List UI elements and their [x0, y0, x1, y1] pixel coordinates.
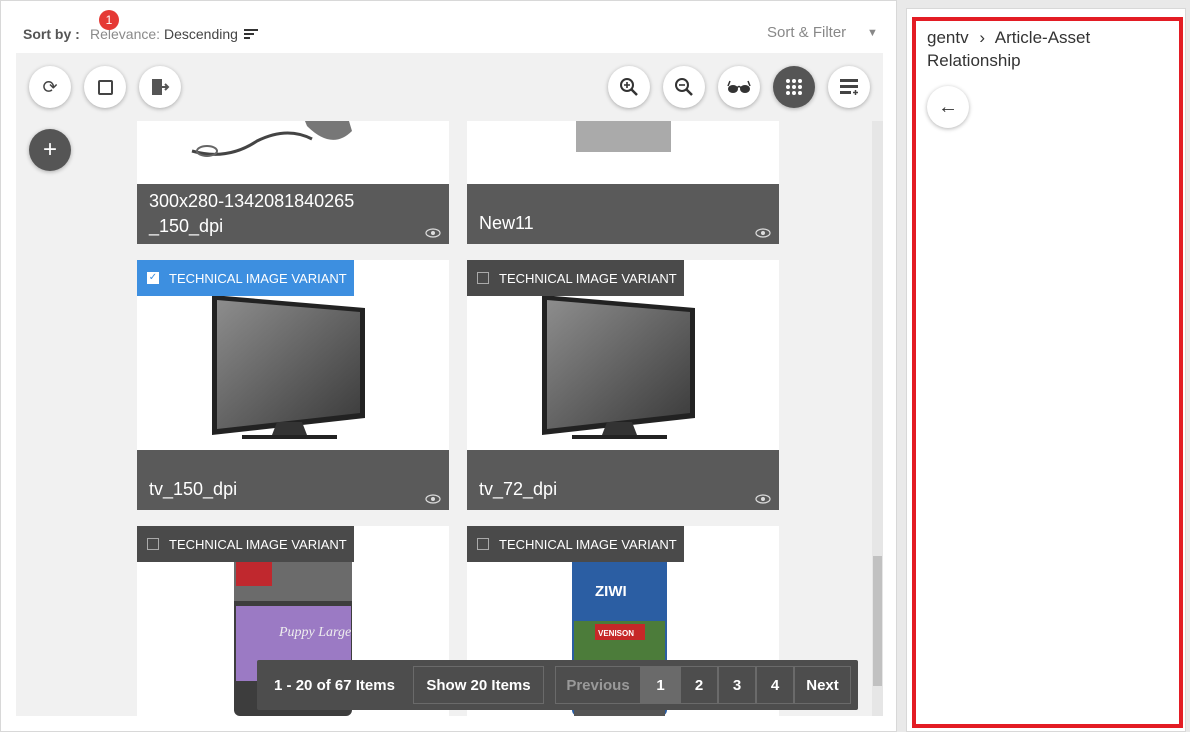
asset-card[interactable]: 300x280-1342081840265 _150_dpi	[137, 121, 449, 244]
asset-card[interactable]: TECHNICAL IMAGE VARIANT tv_72_dpi	[467, 260, 779, 510]
export-icon	[152, 79, 170, 95]
list-view-button[interactable]	[828, 66, 870, 108]
add-button[interactable]: +	[29, 129, 71, 171]
chevron-right-icon: ›	[979, 28, 985, 47]
asset-card[interactable]: ✓ TECHNICAL IMAGE VARIANT tv_150_dpi	[137, 260, 449, 510]
asset-grid: 300x280-1342081840265 _150_dpi New11 ✓ T…	[16, 53, 883, 716]
sort-order-icon[interactable]	[244, 29, 258, 41]
scrollbar-thumb[interactable]	[873, 556, 882, 686]
card-caption: tv_150_dpi	[137, 450, 449, 510]
pagination-bar: 1 - 20 of 67 Items Show 20 Items Previou…	[257, 660, 858, 710]
preview-button[interactable]	[718, 66, 760, 108]
sort-bar: Sort by : Relevance: Descending Sort & F…	[1, 1, 896, 53]
variant-tag-label: TECHNICAL IMAGE VARIANT	[499, 270, 677, 286]
svg-text:Puppy Large: Puppy Large	[278, 625, 351, 640]
sort-direction[interactable]: Descending	[164, 26, 238, 42]
add-icon: +	[42, 136, 57, 163]
eye-icon[interactable]	[425, 494, 441, 504]
arrow-left-icon: ←	[938, 95, 958, 118]
items-summary: 1 - 20 of 67 Items	[274, 676, 395, 694]
grid-view-button[interactable]	[773, 66, 815, 108]
page-1-button[interactable]: 1	[641, 666, 680, 704]
grid-toolbar: ⟳	[16, 53, 883, 121]
show-items-button[interactable]: Show 20 Items	[413, 666, 544, 704]
asset-card[interactable]: New11	[467, 121, 779, 244]
variant-tag: TECHNICAL IMAGE VARIANT	[137, 526, 354, 562]
breadcrumb: gentv › Article-Asset Relationship	[927, 26, 1167, 72]
variant-tag: TECHNICAL IMAGE VARIANT	[467, 526, 684, 562]
variant-tag: ✓ TECHNICAL IMAGE VARIANT	[137, 260, 354, 296]
card-checkbox-checked[interactable]: ✓	[147, 272, 159, 284]
refresh-icon: ⟳	[42, 76, 58, 97]
card-checkbox[interactable]	[477, 272, 489, 284]
zoom-out-icon	[675, 78, 693, 96]
svg-text:VENISON: VENISON	[598, 629, 634, 638]
variant-tag-label: TECHNICAL IMAGE VARIANT	[169, 270, 347, 286]
chevron-down-icon[interactable]: ▼	[867, 27, 878, 39]
card-checkbox[interactable]	[477, 538, 489, 550]
card-caption: 300x280-1342081840265 _150_dpi	[137, 184, 449, 244]
zoom-in-button[interactable]	[608, 66, 650, 108]
list-view-icon	[840, 79, 858, 95]
page-4-button[interactable]: 4	[756, 666, 794, 704]
variant-tag-label: TECHNICAL IMAGE VARIANT	[499, 536, 677, 552]
zoom-in-icon	[620, 78, 638, 96]
export-button[interactable]	[139, 66, 181, 108]
svg-text:ZIWI: ZIWI	[595, 583, 627, 600]
next-page-button[interactable]: Next	[794, 666, 851, 704]
preview-glasses-icon	[727, 80, 751, 93]
card-caption: tv_72_dpi	[467, 450, 779, 510]
select-all-button[interactable]	[84, 66, 126, 108]
grid-view-icon	[786, 79, 802, 95]
page-2-button[interactable]: 2	[680, 666, 718, 704]
eye-icon[interactable]	[755, 228, 771, 238]
zoom-out-button[interactable]	[663, 66, 705, 108]
card-checkbox[interactable]	[147, 538, 159, 550]
sort-field[interactable]: Relevance:	[90, 26, 160, 42]
sort-by-label: Sort by :	[23, 26, 80, 42]
sort-filter-toggle[interactable]: Sort & Filter	[767, 24, 846, 41]
eye-icon[interactable]	[425, 228, 441, 238]
back-button[interactable]: ←	[927, 86, 969, 128]
previous-page-button[interactable]: Previous	[555, 666, 641, 704]
page-3-button[interactable]: 3	[718, 666, 756, 704]
placeholder-thumbnail	[576, 121, 671, 152]
card-caption: New11	[467, 184, 779, 244]
eye-icon[interactable]	[755, 494, 771, 504]
select-all-icon	[97, 79, 113, 95]
variant-tag: TECHNICAL IMAGE VARIANT	[467, 260, 684, 296]
selection-count-badge: 1	[99, 10, 119, 30]
variant-tag-label: TECHNICAL IMAGE VARIANT	[169, 536, 347, 552]
lanyard-thumbnail	[191, 121, 352, 157]
breadcrumb-root[interactable]: gentv	[927, 28, 969, 47]
refresh-button[interactable]: ⟳	[29, 66, 71, 108]
